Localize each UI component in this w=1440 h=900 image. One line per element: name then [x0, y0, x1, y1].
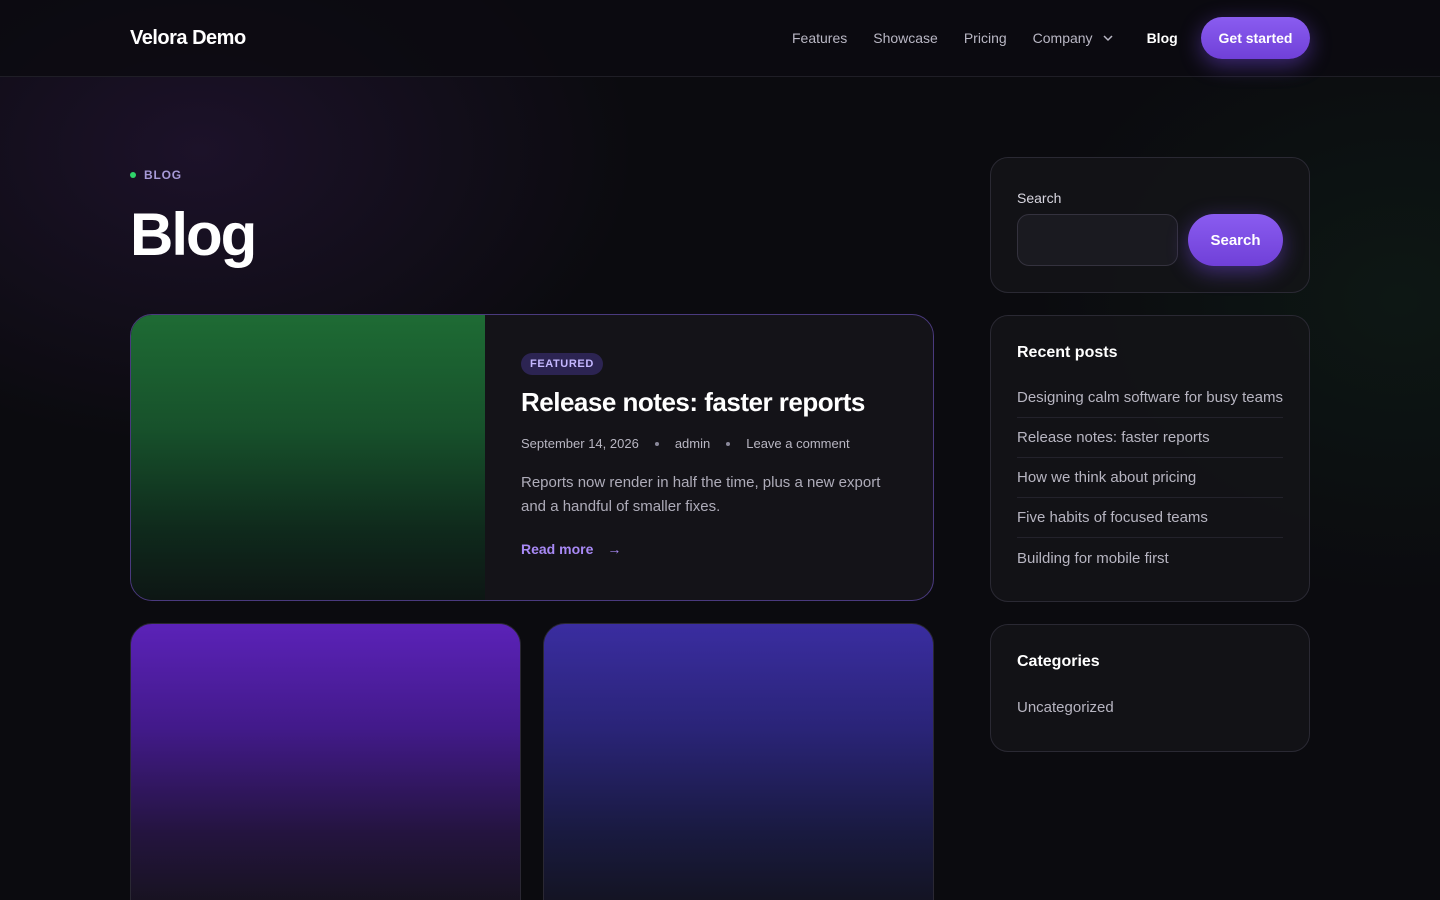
nav-blog[interactable]: Blog	[1147, 30, 1178, 46]
nav-pricing[interactable]: Pricing	[964, 30, 1007, 46]
post-card-image[interactable]	[543, 623, 934, 900]
arrow-right-icon: →	[607, 541, 622, 557]
nav-company[interactable]: Company	[1033, 30, 1113, 46]
brand-logo[interactable]: Velora Demo	[130, 27, 246, 50]
nav-showcase[interactable]: Showcase	[873, 30, 938, 46]
page-title: Blog	[130, 201, 257, 268]
recent-posts-title: Recent posts	[1017, 344, 1118, 361]
featured-post-image[interactable]	[131, 315, 485, 600]
nav-company-label: Company	[1032, 30, 1093, 46]
page: Velora Demo Features Showcase Pricing Co…	[0, 0, 1440, 900]
section-eyebrow: BLOG	[130, 168, 182, 182]
site-header: Velora Demo Features Showcase Pricing Co…	[0, 0, 1440, 77]
post-author[interactable]: admin	[675, 436, 710, 451]
featured-badge: FEATURED	[521, 353, 603, 375]
featured-post-card[interactable]: FEATURED Release notes: faster reports S…	[130, 314, 934, 601]
search-widget: Search Search	[990, 157, 1310, 293]
post-card-image[interactable]	[130, 623, 521, 900]
search-input[interactable]	[1017, 214, 1178, 266]
meta-separator-icon	[654, 441, 659, 446]
categories-widget: Categories Uncategorized	[990, 624, 1310, 752]
read-more-label: Read more	[521, 541, 594, 557]
recent-post-link[interactable]: Building for mobile first	[1017, 538, 1283, 578]
category-link[interactable]: Uncategorized	[1017, 687, 1114, 727]
post-date[interactable]: September 14, 2026	[521, 436, 639, 451]
nav-features[interactable]: Features	[792, 30, 847, 46]
featured-post-body: FEATURED Release notes: faster reports S…	[485, 315, 933, 600]
recent-post-link[interactable]: Five habits of focused teams	[1017, 498, 1283, 538]
read-more-link[interactable]: Read more →	[521, 541, 897, 557]
recent-post-link[interactable]: Release notes: faster reports	[1017, 418, 1283, 458]
main-nav: Features Showcase Pricing Company Blog	[792, 30, 1204, 46]
post-meta: September 14, 2026 admin Leave a comment	[521, 436, 897, 451]
recent-posts-widget: Recent posts Designing calm software for…	[990, 315, 1310, 602]
categories-list: Uncategorized	[1017, 687, 1114, 727]
chevron-down-icon	[1103, 35, 1113, 42]
meta-separator-icon	[726, 441, 731, 446]
get-started-button[interactable]: Get started	[1201, 17, 1310, 59]
post-excerpt: Reports now render in half the time, plu…	[521, 474, 881, 515]
categories-title: Categories	[1017, 653, 1100, 670]
recent-post-link[interactable]: Designing calm software for busy teams	[1017, 378, 1283, 418]
status-dot-icon	[130, 172, 136, 178]
search-label: Search	[1017, 190, 1062, 206]
eyebrow-label: BLOG	[144, 168, 182, 182]
search-button[interactable]: Search	[1188, 214, 1283, 266]
recent-posts-list: Designing calm software for busy teams R…	[1017, 378, 1283, 578]
featured-post-title[interactable]: Release notes: faster reports	[521, 387, 897, 418]
recent-post-link[interactable]: How we think about pricing	[1017, 458, 1283, 498]
post-comments-link[interactable]: Leave a comment	[746, 436, 849, 451]
